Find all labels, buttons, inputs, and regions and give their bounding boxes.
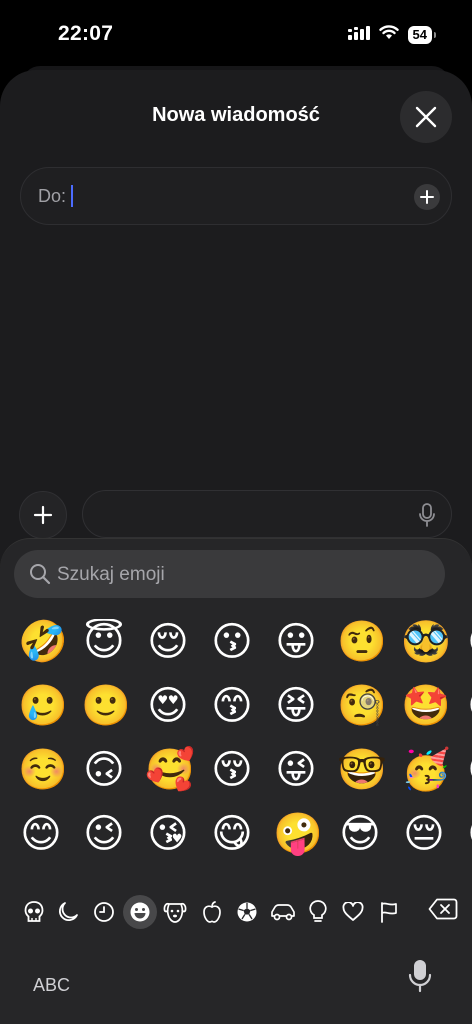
add-recipient-button[interactable]: [414, 184, 440, 210]
delete-key[interactable]: [428, 898, 458, 925]
wifi-icon: [378, 25, 399, 45]
backspace-icon: [428, 898, 458, 920]
emoji-key[interactable]: 😋: [465, 683, 472, 729]
close-icon: [415, 106, 437, 128]
emoji-key[interactable]: 🥰: [145, 747, 195, 793]
search-icon: [29, 563, 51, 590]
plus-icon: [420, 190, 434, 204]
moon-category[interactable]: [53, 897, 83, 927]
recipient-field[interactable]: Do:: [20, 167, 452, 225]
signal-icon: [347, 25, 370, 45]
travel-category[interactable]: [268, 897, 298, 927]
activity-category[interactable]: [232, 897, 262, 927]
emoji-search-placeholder: Szukaj emoji: [57, 564, 165, 585]
flag-icon: [381, 902, 397, 923]
smileys-category[interactable]: [123, 895, 157, 929]
status-icons: 54: [347, 25, 437, 45]
symbols-category[interactable]: [338, 897, 368, 927]
emoji-key[interactable]: 😝: [273, 683, 319, 729]
emoji-key[interactable]: 🤩: [401, 683, 451, 729]
emoji-key[interactable]: 😚: [209, 747, 255, 793]
food-category[interactable]: [197, 897, 227, 927]
dictation-icon[interactable]: [419, 503, 435, 532]
plus-icon: [33, 505, 53, 525]
microphone-icon: [408, 960, 432, 993]
ball-icon: [237, 902, 257, 922]
attachment-button[interactable]: [19, 491, 67, 539]
dictation-key[interactable]: [408, 959, 432, 998]
emoji-key[interactable]: 🥲: [18, 683, 68, 729]
emoji-search-field[interactable]: Szukaj emoji: [14, 550, 445, 598]
emoji-key[interactable]: 😋: [465, 619, 472, 665]
emoji-key[interactable]: 🥸: [401, 619, 451, 665]
moon-icon: [58, 902, 78, 922]
close-button[interactable]: [400, 91, 452, 143]
skull-category[interactable]: [19, 897, 49, 927]
emoji-key[interactable]: 😇: [81, 619, 127, 665]
objects-category[interactable]: [303, 897, 333, 927]
emoji-key[interactable]: 😎: [337, 811, 383, 857]
emoji-key[interactable]: 🤣: [18, 619, 68, 665]
emoji-key[interactable]: 🧐: [337, 683, 387, 729]
emoji-key[interactable]: 😍: [145, 683, 191, 729]
emoji-key[interactable]: 🤪: [273, 811, 323, 857]
emoji-key[interactable]: 😉: [81, 811, 127, 857]
emoji-key[interactable]: 🙃: [81, 747, 127, 793]
car-icon: [271, 904, 295, 921]
bulb-icon: [309, 900, 327, 922]
emoji-key[interactable]: 😟: [465, 811, 472, 857]
heart-icon: [342, 902, 364, 921]
emoji-key[interactable]: 😗: [209, 619, 255, 665]
emoji-key[interactable]: 😌: [145, 619, 191, 665]
emoji-key[interactable]: 😛: [273, 619, 319, 665]
dog-icon: [163, 902, 187, 923]
emoji-key[interactable]: 🤨: [337, 619, 387, 665]
emoji-key[interactable]: 😋: [209, 811, 255, 857]
emoji-key[interactable]: 😔: [401, 811, 447, 857]
message-input[interactable]: [82, 490, 452, 538]
text-caret: [71, 185, 73, 207]
emoji-keyboard: Szukaj emoji 🤣 😇 😌 😗 😛 🤨 🥸 😋 🥲 🙂 😍 😙 😝 🧐 🤩 😋 ☺️ 🙃 🥰 😚 😜 🤓 🥳 😏 😊 😉…: [0, 538, 472, 1024]
apple-icon: [203, 901, 221, 923]
battery-indicator: 54: [407, 26, 437, 44]
flags-category[interactable]: [374, 897, 404, 927]
animals-category[interactable]: [160, 897, 190, 927]
recipient-label: Do:: [38, 186, 67, 206]
status-time: 22:07: [58, 22, 114, 45]
emoji-key[interactable]: 😊: [18, 811, 64, 857]
skull-icon: [24, 901, 44, 922]
emoji-key[interactable]: 😏: [465, 747, 472, 793]
emoji-key[interactable]: 😜: [273, 747, 319, 793]
emoji-key[interactable]: 🥳: [401, 747, 451, 793]
emoji-category-bar: [0, 895, 472, 929]
emoji-key[interactable]: 🙂: [81, 683, 131, 729]
emoji-key[interactable]: ☺️: [18, 747, 68, 793]
recent-category[interactable]: [89, 897, 119, 927]
emoji-grid: 🤣 😇 😌 😗 😛 🤨 🥸 😋 🥲 🙂 😍 😙 😝 🧐 🤩 😋 ☺️ 🙃 🥰 😚 😜 🤓 🥳 😏 😊 😉 😘 😋 🤪 😎 😔 😟: [0, 619, 472, 889]
emoji-key[interactable]: 😙: [209, 683, 255, 729]
clock-icon: [94, 902, 114, 922]
emoji-key[interactable]: 🤓: [337, 747, 387, 793]
emoji-key[interactable]: 😘: [145, 811, 191, 857]
status-bar: 22:07 54: [0, 0, 472, 64]
smiley-icon: [130, 902, 150, 922]
abc-key[interactable]: ABC: [33, 975, 70, 996]
